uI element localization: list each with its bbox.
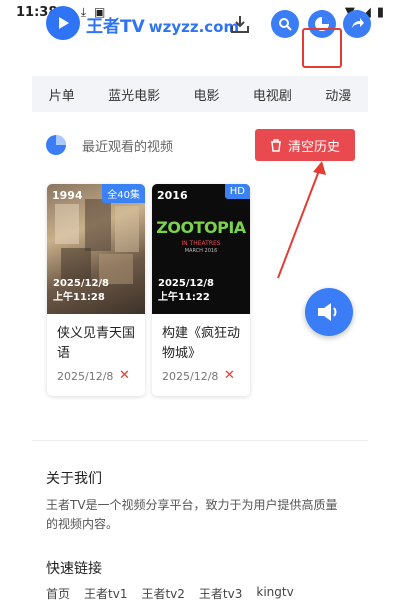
watched-date: 2025/12/8 xyxy=(158,278,215,289)
poster-year: 1994 xyxy=(52,189,83,202)
watched-time: 上午11:22 xyxy=(158,292,210,303)
about-title: 关于我们 xyxy=(46,471,102,487)
link-tv3[interactable]: 王者tv3 xyxy=(199,585,242,600)
poster-image: 1994 全40集 2025/12/8 上午11:28 xyxy=(47,184,145,314)
card-title[interactable]: 侠义见青天国语 xyxy=(57,324,137,364)
card-title[interactable]: 构建《疯狂动物城》 xyxy=(162,324,242,364)
link-kingtv[interactable]: kingtv xyxy=(256,585,293,600)
card-date: 2025/12/8 xyxy=(57,370,114,383)
speaker-icon xyxy=(318,303,337,321)
about-description: 王者TV是一个视频分享平台，致力于为用户提供高质量的视频内容。 xyxy=(46,498,338,531)
watched-datetime: 2025/12/8 上午11:22 xyxy=(158,277,214,305)
watched-datetime: 2025/12/8 上午11:28 xyxy=(53,277,109,305)
poster-release-line2: MARCH 2016 xyxy=(184,248,218,254)
delete-icon[interactable]: ✕ xyxy=(224,368,235,383)
link-tv2[interactable]: 王者tv2 xyxy=(141,585,184,600)
poster-release-line1: IN THEATRES xyxy=(181,240,221,247)
history-card[interactable]: 1994 全40集 2025/12/8 上午11:28 侠义见青天国语 2025… xyxy=(47,184,145,396)
poster-year: 2016 xyxy=(157,189,188,202)
delete-icon[interactable]: ✕ xyxy=(119,368,130,383)
section-divider xyxy=(32,440,368,441)
quick-links: 首页 王者tv1 王者tv2 王者tv3 kingtv xyxy=(46,585,294,600)
watched-date: 2025/12/8 xyxy=(53,278,110,289)
card-date: 2025/12/8 xyxy=(162,370,219,383)
zootopia-logo: ZOOTOPIA xyxy=(156,218,246,237)
link-tv1[interactable]: 王者tv1 xyxy=(84,585,127,600)
poster-image: ZOOTOPIA IN THEATRES MARCH 2016 2016 HD … xyxy=(152,184,250,314)
watched-time: 上午11:28 xyxy=(53,292,105,303)
history-card[interactable]: ZOOTOPIA IN THEATRES MARCH 2016 2016 HD … xyxy=(152,184,250,396)
link-home[interactable]: 首页 xyxy=(46,585,70,600)
quality-badge: HD xyxy=(224,184,250,199)
floating-audio-button[interactable] xyxy=(305,288,353,336)
quick-links-title: 快速链接 xyxy=(46,561,102,577)
episode-badge: 全40集 xyxy=(102,184,145,203)
